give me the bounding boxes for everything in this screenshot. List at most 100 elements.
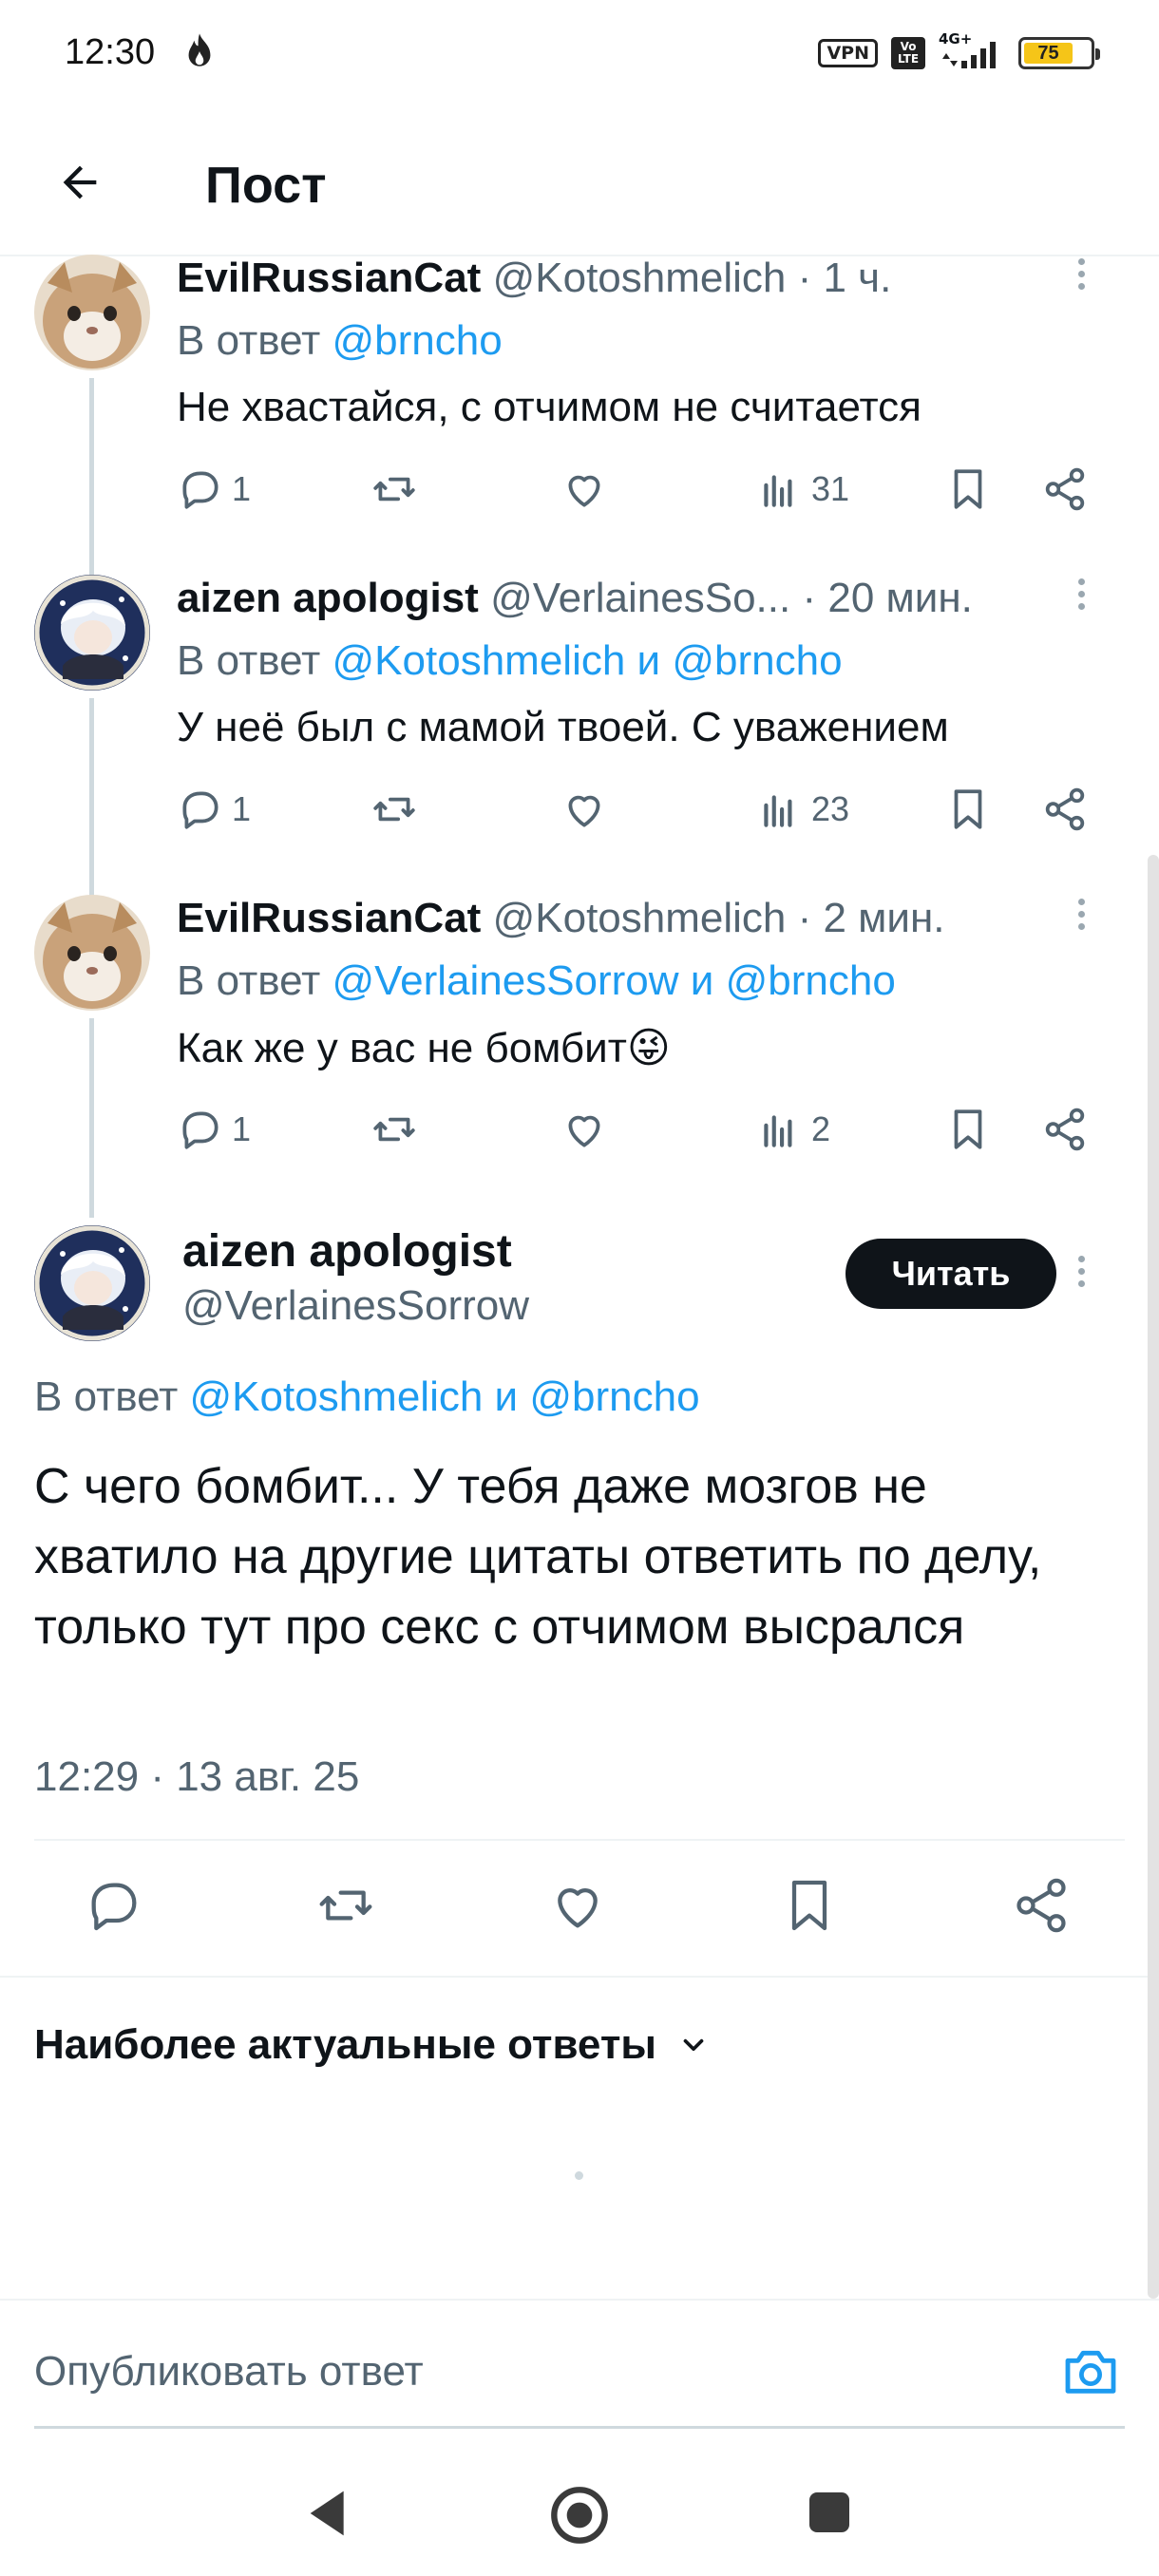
- author-name[interactable]: EvilRussianCat: [177, 895, 481, 941]
- like-button[interactable]: [560, 1106, 608, 1153]
- avatar[interactable]: [34, 575, 150, 691]
- author-name[interactable]: aizen apologist: [177, 575, 479, 621]
- bookmark-button[interactable]: [944, 1106, 992, 1153]
- reply-context: В ответ @brncho: [177, 317, 503, 364]
- views-count: 2: [811, 1109, 831, 1148]
- battery-icon: 75: [1018, 37, 1100, 69]
- reply-mention[interactable]: @Kotoshmelich и @brncho: [332, 637, 843, 684]
- reply-count: 1: [232, 469, 252, 508]
- views-icon: [764, 1115, 792, 1147]
- tweet-time[interactable]: · 2 мин.: [798, 895, 945, 941]
- reply-context: В ответ @Kotoshmelich и @brncho: [177, 637, 843, 684]
- retweet-button[interactable]: [315, 1875, 382, 1941]
- like-icon: [568, 475, 600, 507]
- nav-back-icon[interactable]: [302, 2487, 350, 2540]
- reply-count: 1: [232, 1109, 252, 1148]
- divider: [0, 1976, 1159, 1978]
- reply-button[interactable]: 1: [177, 465, 251, 513]
- like-button[interactable]: [560, 465, 608, 513]
- tweet-actions: 1 31: [177, 465, 1108, 522]
- thread-tweet[interactable]: EvilRussianCat @Kotoshmelich · 1 ч. В от…: [0, 255, 1159, 578]
- more-icon[interactable]: [1072, 1250, 1091, 1297]
- thread-tweet[interactable]: aizen apologist @VerlainesSo... · 20 мин…: [0, 575, 1159, 898]
- retweet-icon: [373, 1117, 415, 1142]
- avatar[interactable]: [34, 895, 150, 1011]
- like-button[interactable]: [547, 1875, 614, 1941]
- author-name[interactable]: EvilRussianCat: [177, 255, 481, 301]
- more-icon[interactable]: [1072, 573, 1091, 620]
- share-button[interactable]: [1041, 1106, 1089, 1153]
- sort-label: Наиболее актуальные ответы: [34, 2021, 656, 2068]
- views-button[interactable]: 2: [756, 1106, 830, 1153]
- views-button[interactable]: 31: [756, 465, 849, 513]
- reply-button[interactable]: [84, 1875, 150, 1941]
- nav-recents-icon[interactable]: [809, 2492, 849, 2532]
- share-icon: [1016, 1878, 1066, 1933]
- author-handle[interactable]: @Kotoshmelich: [493, 255, 787, 301]
- share-icon: [1045, 1108, 1085, 1151]
- reply-mention[interactable]: @Kotoshmelich и @brncho: [190, 1373, 700, 1420]
- chevron-down-icon: [683, 2038, 704, 2052]
- views-count: 23: [811, 789, 850, 828]
- retweet-button[interactable]: [370, 465, 418, 513]
- share-button[interactable]: [1041, 465, 1089, 513]
- like-icon: [568, 795, 600, 827]
- camera-icon: [1065, 2350, 1116, 2394]
- retweet-button[interactable]: [370, 1106, 418, 1153]
- tweet-time[interactable]: · 1 ч.: [798, 255, 892, 301]
- views-count: 31: [811, 469, 850, 508]
- tweet-text: У неё был с мамой твоей. С уважением: [177, 704, 949, 750]
- bookmark-button[interactable]: [944, 465, 992, 513]
- reply-button[interactable]: 1: [177, 1106, 251, 1153]
- reply-mention[interactable]: @VerlainesSorrow и @brncho: [332, 957, 896, 1004]
- avatar[interactable]: [34, 255, 150, 370]
- retweet-button[interactable]: [370, 786, 418, 833]
- tweet-text: Не хвастайся, с отчимом не считается: [177, 384, 922, 430]
- scrollbar[interactable]: [1148, 855, 1159, 2299]
- system-nav-bar: [0, 2460, 1159, 2576]
- tweet-header: aizen apologist @VerlainesSo... · 20 мин…: [177, 575, 1064, 622]
- tweet-header: EvilRussianCat @Kotoshmelich · 2 мин.: [177, 895, 1064, 942]
- thread-tweet[interactable]: EvilRussianCat @Kotoshmelich · 2 мин. В …: [0, 895, 1159, 1218]
- author-handle[interactable]: @Kotoshmelich: [493, 895, 787, 941]
- bookmark-icon: [954, 1109, 982, 1149]
- reply-button[interactable]: 1: [177, 786, 251, 833]
- reply-icon: [182, 471, 218, 509]
- views-icon: [764, 475, 792, 507]
- views-button[interactable]: 23: [756, 786, 849, 833]
- bookmark-button[interactable]: [944, 786, 992, 833]
- tweet-header: EvilRussianCat @Kotoshmelich · 1 ч.: [177, 255, 1064, 302]
- replies-sort-toggle[interactable]: Наиболее актуальные ответы: [34, 2021, 710, 2069]
- reply-context: В ответ @VerlainesSorrow и @brncho: [177, 957, 896, 1004]
- reply-mention[interactable]: @brncho: [332, 317, 503, 364]
- retweet-icon: [373, 477, 415, 502]
- reply-count: 1: [232, 789, 252, 828]
- bookmark-icon: [954, 789, 982, 829]
- nav-home-icon[interactable]: [549, 2485, 610, 2546]
- share-icon: [1045, 467, 1085, 511]
- bookmark-icon: [954, 469, 982, 509]
- more-icon[interactable]: [1072, 253, 1091, 300]
- main-author-handle[interactable]: @VerlainesSorrow: [182, 1282, 529, 1330]
- follow-button[interactable]: Читать: [846, 1239, 1056, 1309]
- main-author-name[interactable]: aizen apologist: [182, 1225, 512, 1278]
- share-button[interactable]: [1011, 1875, 1077, 1941]
- main-reply-context: В ответ @Kotoshmelich и @brncho: [34, 1373, 700, 1420]
- reply-input[interactable]: Опубликовать ответ: [34, 2348, 424, 2396]
- author-handle[interactable]: @VerlainesSo...: [490, 575, 790, 621]
- like-button[interactable]: [560, 786, 608, 833]
- tweet-actions: 1 2: [177, 1106, 1108, 1163]
- signal-icon: 4G+: [939, 30, 1005, 72]
- bookmark-icon: [791, 1880, 827, 1931]
- status-bar: 12:30 VPN Vo LTE 4G+ 75: [0, 0, 1159, 104]
- camera-button[interactable]: [1060, 2340, 1121, 2401]
- retweet-icon: [319, 1890, 372, 1921]
- more-icon[interactable]: [1072, 893, 1091, 940]
- tweet-actions: 1 23: [177, 786, 1108, 843]
- like-icon: [558, 1888, 598, 1928]
- tweet-time[interactable]: · 20 мин.: [802, 575, 972, 621]
- main-avatar[interactable]: [34, 1225, 150, 1341]
- back-button[interactable]: [49, 152, 110, 213]
- bookmark-button[interactable]: [779, 1875, 846, 1941]
- share-button[interactable]: [1041, 786, 1089, 833]
